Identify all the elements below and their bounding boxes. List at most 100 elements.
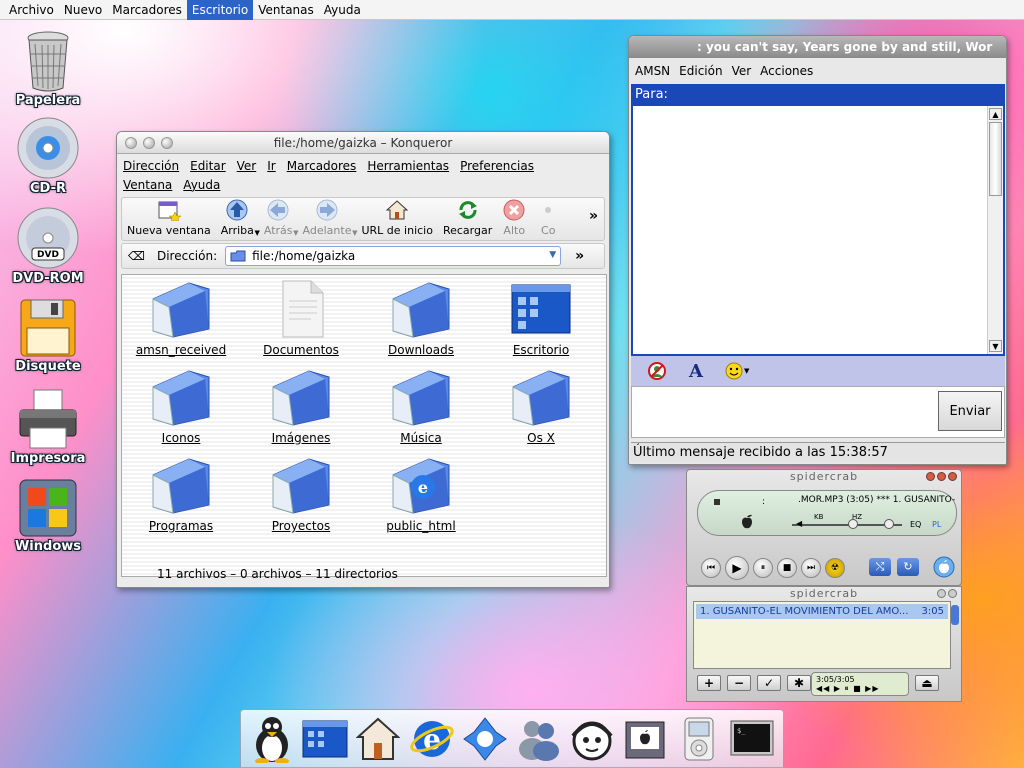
tux-icon[interactable]: [248, 715, 296, 763]
file-item[interactable]: e public_html: [362, 455, 480, 533]
desktop-icon-windows[interactable]: Windows: [0, 478, 96, 554]
file-item[interactable]: amsn_received: [122, 279, 240, 357]
file-item[interactable]: Programas: [122, 455, 240, 533]
file-item[interactable]: Os X: [482, 367, 600, 445]
menu-ver[interactable]: Ver: [237, 157, 257, 176]
minimize-button[interactable]: [143, 137, 155, 149]
dropdown-arrow-icon[interactable]: ▼: [293, 229, 298, 237]
menu-edicion[interactable]: Edición: [679, 64, 722, 82]
menu-amsn[interactable]: AMSN: [635, 64, 670, 82]
eq-toggle[interactable]: EQ: [910, 520, 921, 529]
smiley-icon[interactable]: ▼: [725, 362, 749, 380]
playlist-scroll-thumb[interactable]: [951, 605, 959, 625]
file-item[interactable]: Imágenes: [242, 367, 360, 445]
previous-button[interactable]: ⏮: [701, 558, 721, 578]
file-item[interactable]: Escritorio: [482, 279, 600, 357]
player-close-button[interactable]: [948, 472, 957, 481]
menu-ventanas[interactable]: Ventanas: [253, 0, 319, 20]
playlist-close-button[interactable]: [948, 589, 957, 598]
address-input[interactable]: file:/home/gaizka ▼: [225, 246, 562, 266]
maximize-button[interactable]: [161, 137, 173, 149]
repeat-icon[interactable]: ↻: [897, 558, 919, 576]
menu-escritorio[interactable]: Escritorio: [186, 0, 254, 20]
add-track-button[interactable]: +: [697, 675, 721, 691]
file-item[interactable]: Downloads: [362, 279, 480, 357]
home-button[interactable]: URL de inicio: [361, 198, 433, 237]
dropdown-arrow-icon[interactable]: ▼: [352, 229, 357, 237]
up-button[interactable]: Arriba ▼: [221, 198, 260, 237]
back-button[interactable]: Atrás ▼: [264, 198, 299, 237]
player-titlebar[interactable]: spidercrab: [687, 470, 961, 486]
playlist-eject-button[interactable]: ⏏: [915, 675, 939, 691]
next-button[interactable]: ⏭: [801, 558, 821, 578]
menu-archivo[interactable]: Archivo: [4, 0, 59, 20]
scroll-down-arrow-icon[interactable]: ▼: [989, 340, 1002, 352]
balance-knob[interactable]: [884, 519, 894, 529]
home-icon[interactable]: [354, 715, 402, 763]
pause-button[interactable]: ⏸: [753, 558, 773, 578]
file-item[interactable]: Proyectos: [242, 455, 360, 533]
close-button[interactable]: [125, 137, 137, 149]
menu-editar[interactable]: Editar: [190, 157, 226, 176]
messenger-icon[interactable]: [515, 715, 563, 763]
menu-direccion[interactable]: Dirección: [123, 157, 179, 176]
misc-button[interactable]: ✱: [787, 675, 811, 691]
menu-herramientas[interactable]: Herramientas: [367, 157, 449, 176]
network-icon[interactable]: [461, 715, 509, 763]
desktop-icon-papelera[interactable]: Papelera: [0, 30, 96, 108]
desktop-icon-disquete[interactable]: Disquete: [0, 298, 96, 374]
pl-toggle[interactable]: PL: [932, 520, 941, 529]
player-minimize-button[interactable]: [926, 472, 935, 481]
new-window-button[interactable]: Nueva ventana: [127, 198, 211, 237]
desktop-icon-cd-r[interactable]: CD-R: [0, 116, 96, 196]
menu-ayuda[interactable]: Ayuda: [183, 176, 220, 195]
apple-logo-icon[interactable]: [933, 556, 955, 578]
select-button[interactable]: ✓: [757, 675, 781, 691]
menu-nuevo[interactable]: Nuevo: [59, 0, 107, 20]
desktop-icon[interactable]: [301, 715, 349, 763]
shuffle-icon[interactable]: ⤭: [869, 558, 891, 576]
scroll-thumb[interactable]: [989, 122, 1002, 196]
menu-marcadores[interactable]: Marcadores: [287, 157, 357, 176]
conversation-scrollbar[interactable]: ▲ ▼: [987, 106, 1003, 354]
playlist-shade-button[interactable]: [937, 589, 946, 598]
player-shade-button[interactable]: [937, 472, 946, 481]
terminal-icon[interactable]: $_: [728, 715, 776, 763]
menu-ver[interactable]: Ver: [732, 64, 752, 82]
amsn-titlebar[interactable]: : you can't say, Years gone by and still…: [629, 36, 1006, 58]
address-dropdown-icon[interactable]: ▼: [549, 250, 556, 260]
play-button[interactable]: ▶: [725, 556, 749, 580]
playlist-titlebar[interactable]: spidercrab: [687, 587, 961, 601]
internet-explorer-icon[interactable]: e: [408, 715, 456, 763]
eject-radiation-icon[interactable]: ☢: [825, 558, 845, 578]
conversation-area[interactable]: ▲ ▼: [631, 106, 1005, 356]
menu-preferencias[interactable]: Preferencias: [460, 157, 534, 176]
clear-address-icon[interactable]: ⌫: [128, 249, 145, 263]
stop-button[interactable]: Alto: [502, 198, 526, 237]
file-item[interactable]: Música: [362, 367, 480, 445]
desktop-icon-dvd-rom[interactable]: DVD DVD-ROM: [0, 206, 96, 286]
playlist-list[interactable]: 1. GUSANITO-EL MOVIMIENTO DEL AMO... 3:0…: [693, 601, 951, 669]
more-toolbar-button[interactable]: Co: [536, 198, 560, 237]
file-item[interactable]: Iconos: [122, 367, 240, 445]
address-overflow-button[interactable]: »: [575, 248, 584, 264]
playlist-item[interactable]: 1. GUSANITO-EL MOVIMIENTO DEL AMO... 3:0…: [696, 604, 948, 619]
napster-icon[interactable]: [568, 715, 616, 763]
toolbar-overflow-button[interactable]: »: [589, 208, 598, 224]
volume-knob[interactable]: [848, 519, 858, 529]
konqueror-titlebar[interactable]: file:/home/gaizka – Konqueror: [117, 132, 609, 154]
desktop-icon-impresora[interactable]: Impresora: [0, 388, 96, 466]
stop-button[interactable]: ■: [777, 558, 797, 578]
reload-button[interactable]: Recargar: [443, 198, 492, 237]
menu-ventana[interactable]: Ventana: [123, 176, 172, 195]
menu-acciones[interactable]: Acciones: [760, 64, 813, 82]
send-button[interactable]: Enviar: [938, 391, 1002, 431]
menu-ir[interactable]: Ir: [267, 157, 275, 176]
mini-transport[interactable]: ◀◀ ▶ ⏸ ■ ▶▶: [816, 684, 904, 694]
dropdown-arrow-icon[interactable]: ▼: [255, 229, 260, 237]
scroll-up-arrow-icon[interactable]: ▲: [989, 108, 1002, 120]
remove-track-button[interactable]: −: [727, 675, 751, 691]
ipod-icon[interactable]: [675, 715, 723, 763]
mac-icon[interactable]: [621, 715, 669, 763]
block-user-icon[interactable]: [647, 361, 667, 381]
